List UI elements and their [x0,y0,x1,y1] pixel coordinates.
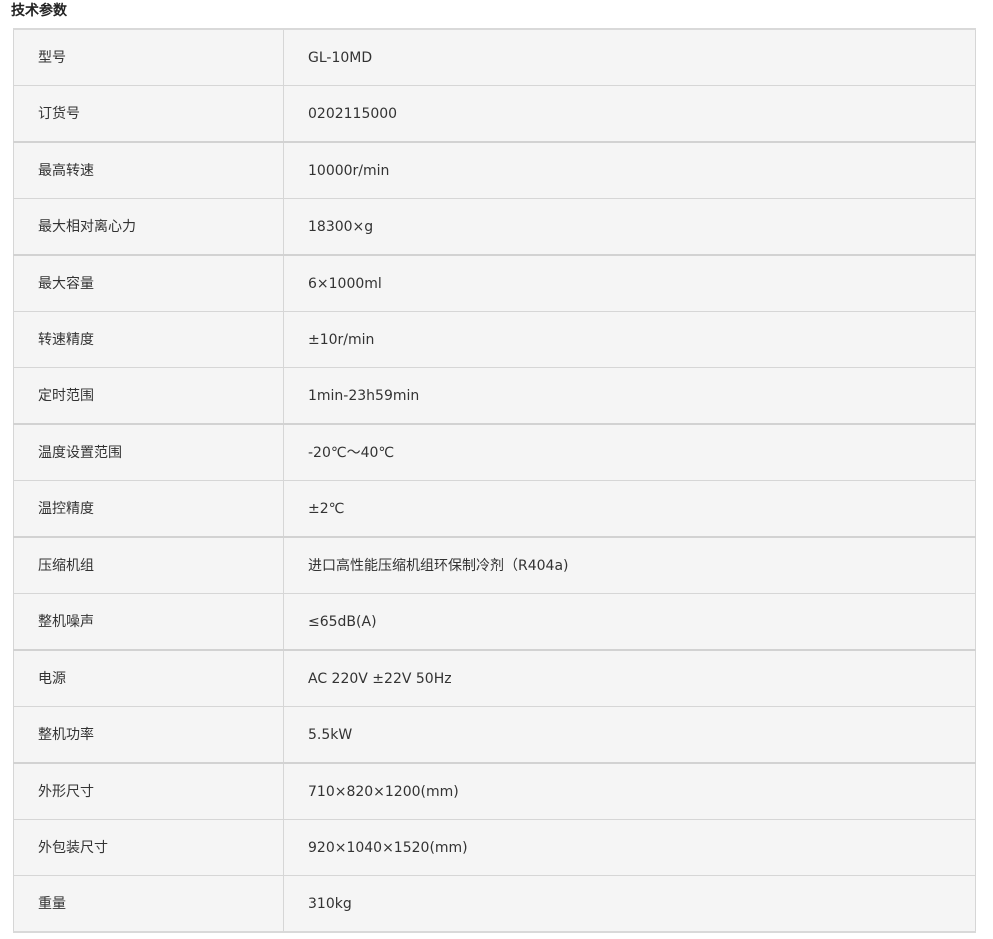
table-row: 整机噪声 ≤65dB(A) [13,593,976,651]
spec-label: 压缩机组 [13,536,284,594]
spec-value: AC 220V ±22V 50Hz [283,649,976,707]
spec-value: ±10r/min [283,311,976,368]
spec-label: 电源 [13,649,284,707]
spec-value: 920×1040×1520(mm) [283,819,976,876]
table-row: 整机功率 5.5kW [13,706,976,764]
section-title: 技术参数 [11,3,67,19]
spec-label: 外形尺寸 [13,762,284,820]
spec-label: 整机噪声 [13,593,284,651]
spec-value: 进口高性能压缩机组环保制冷剂（R404a) [283,536,976,594]
spec-value: 6×1000ml [283,254,976,312]
spec-value: 0202115000 [283,85,976,143]
spec-label: 整机功率 [13,706,284,764]
spec-label: 温度设置范围 [13,423,284,481]
table-row: 电源 AC 220V ±22V 50Hz [13,649,976,707]
spec-value: 1min-23h59min [283,367,976,425]
spec-label: 定时范围 [13,367,284,425]
table-row: 定时范围 1min-23h59min [13,367,976,425]
spec-label: 最大容量 [13,254,284,312]
table-row: 温控精度 ±2℃ [13,480,976,538]
spec-label: 外包装尺寸 [13,819,284,876]
spec-value: 18300×g [283,198,976,256]
table-row: 最高转速 10000r/min [13,141,976,199]
table-row: 订货号 0202115000 [13,85,976,143]
spec-value: ≤65dB(A) [283,593,976,651]
table-row: 最大容量 6×1000ml [13,254,976,312]
spec-value: 310kg [283,875,976,933]
spec-label: 重量 [13,875,284,933]
spec-label: 最大相对离心力 [13,198,284,256]
table-row: 最大相对离心力 18300×g [13,198,976,256]
table-row: 重量 310kg [13,875,976,933]
table-row: 型号 GL-10MD [13,28,976,86]
table-row: 外形尺寸 710×820×1200(mm) [13,762,976,820]
spec-value: 10000r/min [283,141,976,199]
table-row: 外包装尺寸 920×1040×1520(mm) [13,819,976,876]
spec-value: ±2℃ [283,480,976,538]
spec-label: 型号 [13,28,284,86]
spec-value: 5.5kW [283,706,976,764]
table-row: 转速精度 ±10r/min [13,311,976,368]
spec-label: 温控精度 [13,480,284,538]
spec-value: GL-10MD [283,28,976,86]
spec-label: 订货号 [13,85,284,143]
spec-value: -20℃～40℃ [283,423,976,481]
table-row: 温度设置范围 -20℃～40℃ [13,423,976,481]
spec-table: 型号 GL-10MD 订货号 0202115000 最高转速 10000r/mi… [13,28,976,933]
table-row: 压缩机组 进口高性能压缩机组环保制冷剂（R404a) [13,536,976,594]
spec-value: 710×820×1200(mm) [283,762,976,820]
spec-label: 转速精度 [13,311,284,368]
spec-label: 最高转速 [13,141,284,199]
